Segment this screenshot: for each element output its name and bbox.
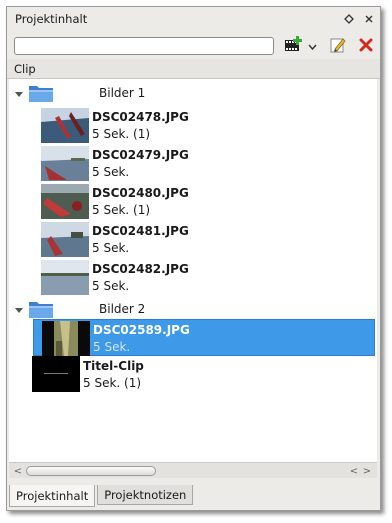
expand-arrow-icon[interactable] bbox=[14, 88, 24, 98]
clip-name: DSC02478.JPG bbox=[92, 110, 189, 124]
panel-tabs: Projektinhalt Projektnotizen bbox=[9, 485, 376, 507]
expand-arrow-icon[interactable] bbox=[14, 304, 24, 314]
clip-thumbnail bbox=[42, 321, 90, 356]
clip-info: 5 Sek. (1) bbox=[92, 127, 151, 141]
film-add-icon bbox=[284, 35, 306, 57]
folder-label: Bilder 1 bbox=[99, 86, 146, 100]
clip-row[interactable]: DSC02479.JPG 5 Sek. bbox=[33, 145, 375, 182]
horizontal-scrollbar[interactable]: < < > bbox=[9, 462, 377, 478]
tree-column-header[interactable]: Clip bbox=[7, 59, 380, 79]
clip-name: DSC02589.JPG bbox=[93, 323, 190, 337]
clip-thumbnail bbox=[41, 146, 89, 181]
clip-thumbnail bbox=[41, 260, 89, 295]
delete-x-icon bbox=[359, 38, 373, 55]
panel-titlebar: Projektinhalt bbox=[7, 7, 380, 31]
folder-icon bbox=[28, 83, 54, 106]
clip-thumbnail bbox=[41, 222, 89, 257]
tab-projektnotizen[interactable]: Projektnotizen bbox=[97, 485, 194, 505]
clip-thumbnail bbox=[41, 108, 89, 143]
column-header-clip: Clip bbox=[14, 61, 36, 76]
bin-toolbar bbox=[7, 33, 380, 59]
clip-info: 5 Sek. (1) bbox=[83, 376, 142, 390]
folder-row[interactable]: Bilder 1 bbox=[9, 81, 377, 105]
clip-tree: Bilder 1 DSC02478.JPG 5 Sek. (1) DSC0247… bbox=[9, 79, 377, 462]
clip-info: 5 Sek. bbox=[92, 165, 130, 179]
folder-row[interactable]: Bilder 2 bbox=[9, 297, 377, 321]
clip-info: 5 Sek. bbox=[93, 340, 131, 354]
delete-clip-button[interactable] bbox=[359, 35, 373, 57]
clip-row[interactable]: DSC02478.JPG 5 Sek. (1) bbox=[33, 107, 375, 144]
clip-thumbnail bbox=[32, 356, 80, 392]
clip-info: 5 Sek. (1) bbox=[92, 203, 151, 217]
clip-row[interactable]: DSC02480.JPG 5 Sek. (1) bbox=[33, 183, 375, 220]
clip-name: DSC02479.JPG bbox=[92, 148, 189, 162]
scrollbar-thumb[interactable] bbox=[26, 466, 156, 476]
close-icon[interactable] bbox=[360, 10, 378, 28]
edit-pencil-icon bbox=[329, 36, 347, 57]
clip-info: 5 Sek. bbox=[92, 279, 130, 293]
search-input[interactable] bbox=[14, 37, 274, 55]
edit-clip-button[interactable] bbox=[329, 35, 347, 57]
project-bin-panel: Projektinhalt Clip Bilder 1 DSC02478.JPG… bbox=[6, 6, 381, 511]
scroll-right-icon[interactable]: > bbox=[361, 465, 373, 477]
float-icon[interactable] bbox=[340, 10, 358, 28]
scroll-left-icon[interactable]: < bbox=[12, 465, 24, 477]
clip-info: 5 Sek. bbox=[92, 241, 130, 255]
clip-name: DSC02480.JPG bbox=[92, 186, 189, 200]
chevron-down-icon bbox=[308, 39, 317, 53]
tab-projektinhalt[interactable]: Projektinhalt bbox=[9, 485, 96, 507]
folder-label: Bilder 2 bbox=[99, 302, 146, 316]
scroll-left-icon[interactable]: < bbox=[348, 465, 360, 477]
clip-row[interactable]: DSC02481.JPG 5 Sek. bbox=[33, 221, 375, 258]
panel-title: Projektinhalt bbox=[15, 12, 88, 26]
clip-thumbnail bbox=[41, 184, 89, 219]
clip-name: DSC02482.JPG bbox=[92, 262, 189, 276]
title-clip-row[interactable]: Titel-Clip 5 Sek. (1) bbox=[9, 356, 375, 394]
clip-name: Titel-Clip bbox=[83, 359, 144, 373]
add-clip-button[interactable] bbox=[284, 35, 317, 57]
clip-name: DSC02481.JPG bbox=[92, 224, 189, 238]
clip-row-selected[interactable]: DSC02589.JPG 5 Sek. bbox=[33, 319, 375, 356]
clip-row[interactable]: DSC02482.JPG 5 Sek. bbox=[33, 259, 375, 296]
